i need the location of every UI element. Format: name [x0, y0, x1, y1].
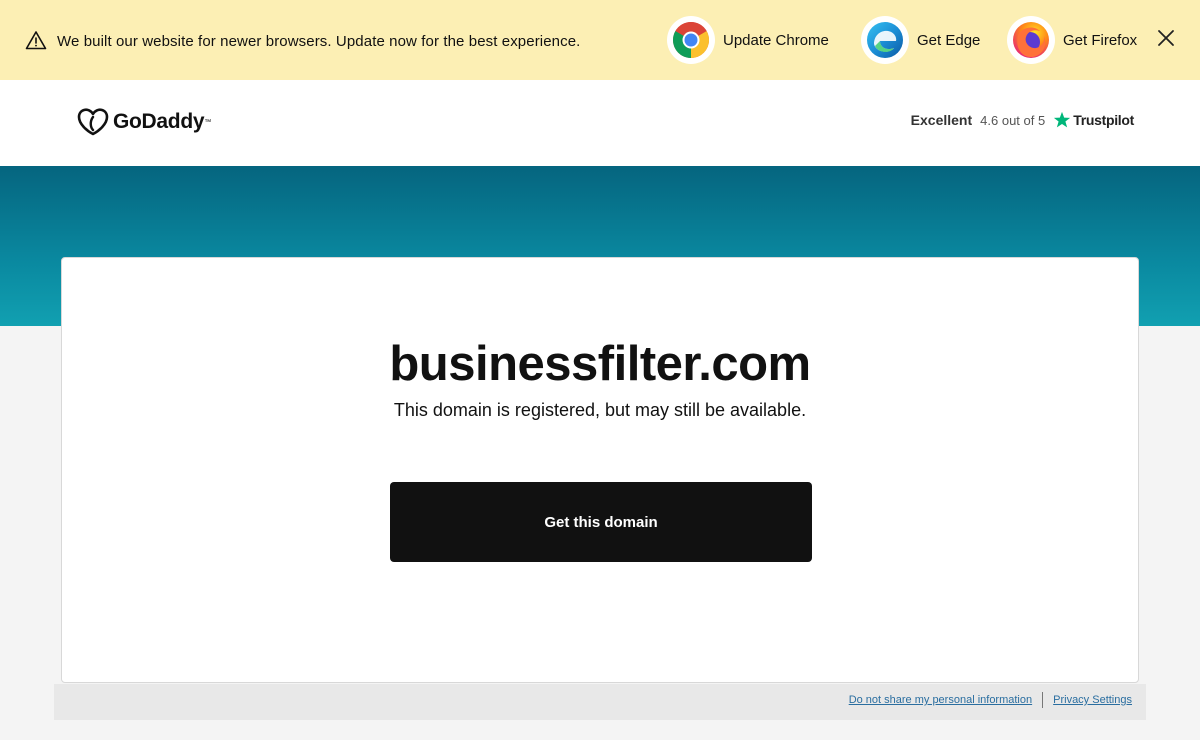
trademark-mark: ™ — [204, 118, 212, 126]
get-edge-label: Get Edge — [917, 31, 981, 49]
get-firefox-label: Get Firefox — [1063, 31, 1138, 49]
privacy-settings-link[interactable]: Privacy Settings — [1053, 694, 1132, 706]
get-this-domain-button[interactable]: Get this domain — [390, 482, 812, 562]
do-not-share-link[interactable]: Do not share my personal information — [849, 694, 1032, 706]
domain-name: businessfilter.com — [389, 337, 811, 391]
rating-word: Excellent — [910, 112, 973, 128]
update-chrome-label: Update Chrome — [723, 31, 829, 49]
godaddy-heart-icon — [77, 108, 109, 136]
domain-status-text: This domain is registered, but may still… — [393, 400, 807, 420]
footer-links: Do not share my personal information Pri… — [849, 692, 1132, 708]
get-edge-button[interactable]: Get Edge — [861, 16, 980, 64]
firefox-logo-icon — [1007, 16, 1055, 64]
warning-icon — [25, 31, 47, 50]
footer-divider — [1042, 692, 1044, 708]
get-firefox-button[interactable]: Get Firefox — [1007, 16, 1137, 64]
trustpilot-name: Trustpilot — [1073, 112, 1134, 128]
rating-score: 4.6 out of 5 — [980, 112, 1046, 128]
domain-card: businessfilter.com This domain is regist… — [61, 257, 1139, 683]
close-icon[interactable] — [1155, 27, 1177, 49]
chrome-logo-icon — [667, 16, 715, 64]
trustpilot-rating[interactable]: Excellent 4.6 out of 5 Trustpilot — [911, 111, 1134, 129]
godaddy-logo[interactable]: GoDaddy ™ — [77, 108, 211, 136]
browser-update-banner: We built our website for newer browsers.… — [0, 0, 1200, 80]
update-chrome-button[interactable]: Update Chrome — [667, 16, 829, 64]
edge-logo-icon — [861, 16, 909, 64]
logo-text: GoDaddy — [113, 110, 205, 133]
banner-message: We built our website for newer browsers.… — [57, 33, 581, 50]
trustpilot-star-icon — [1054, 111, 1071, 128]
